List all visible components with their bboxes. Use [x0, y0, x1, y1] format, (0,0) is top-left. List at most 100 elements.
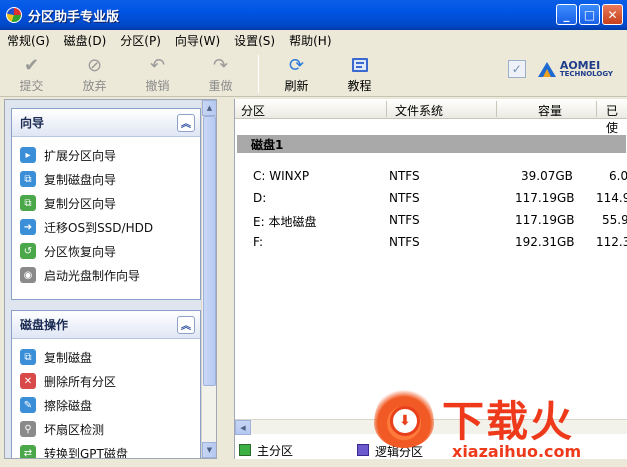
- left-scrollbar[interactable]: ▲ ▼: [201, 100, 216, 458]
- menu-bar: 常规(G) 磁盘(D) 分区(P) 向导(W) 设置(S) 帮助(H): [0, 30, 627, 50]
- wizard-item-label: 扩展分区向导: [44, 148, 117, 163]
- disk-op-delete-all-partitions[interactable]: ✕ 删除所有分区: [20, 369, 200, 393]
- discard-label: 放弃: [82, 79, 107, 93]
- disk-operations-header[interactable]: 磁盘操作 ︽: [12, 311, 200, 339]
- wizard-item-label: 复制磁盘向导: [44, 172, 117, 187]
- scroll-left-button[interactable]: ◀: [235, 420, 251, 435]
- copy-disk-icon: ⧉: [20, 349, 36, 365]
- redo-label: 重做: [208, 79, 233, 93]
- wizard-item-label: 启动光盘制作向导: [44, 268, 141, 283]
- disk-op-bad-sector-check[interactable]: ⚲ 坏扇区检测: [20, 417, 200, 441]
- cell-partition: F:: [253, 235, 264, 249]
- wipe-disk-icon: ✎: [20, 397, 36, 413]
- column-divider[interactable]: [596, 101, 597, 117]
- wizard-item-label: 迁移OS到SSD/HDD: [44, 220, 154, 235]
- refresh-label: 刷新: [284, 79, 309, 93]
- window-title: 分区助手专业版: [28, 9, 120, 25]
- copy-disk-icon: ⧉: [20, 171, 36, 187]
- cell-used: 112.3: [596, 235, 627, 249]
- wizard-panel-title: 向导: [20, 116, 45, 130]
- copy-partition-icon: ⧉: [20, 195, 36, 211]
- migrate-os-icon: ➜: [20, 219, 36, 235]
- bad-sector-icon: ⚲: [20, 421, 36, 437]
- wizard-panel: 向导 ︽ ▸ 扩展分区向导 ⧉ 复制磁盘向导 ⧉ 复制分区向导 ➜ 迁移OS到S…: [11, 108, 201, 300]
- primary-partition-swatch: [239, 444, 251, 456]
- aomei-logo-mark: [537, 62, 556, 77]
- disk-op-label: 删除所有分区: [44, 374, 117, 389]
- disk-op-wipe-disk[interactable]: ✎ 擦除磁盘: [20, 393, 200, 417]
- cell-used: 6.0: [609, 169, 627, 183]
- cell-filesystem: NTFS: [389, 191, 420, 205]
- cell-partition: C: WINXP: [253, 169, 310, 183]
- scroll-down-button[interactable]: ▼: [202, 442, 216, 458]
- table-row[interactable]: C: WINXP NTFS 39.07GB 6.0: [235, 166, 627, 188]
- redo-button[interactable]: ↷ 重做: [189, 51, 252, 94]
- tutorial-icon: [349, 55, 371, 75]
- table-row[interactable]: E: 本地磁盘 NTFS 117.19GB 55.9: [235, 210, 627, 232]
- scroll-up-button[interactable]: ▲: [202, 100, 216, 116]
- wizard-item-copy-disk[interactable]: ⧉ 复制磁盘向导: [20, 167, 200, 191]
- cell-capacity: 117.19GB: [515, 213, 575, 227]
- minimize-button[interactable]: _: [556, 4, 577, 25]
- brand-check-icon: ✓: [507, 60, 526, 78]
- disk-operations-title: 磁盘操作: [20, 318, 69, 332]
- disk-op-convert-gpt[interactable]: ⇄ 转换到GPT磁盘: [20, 441, 200, 459]
- disk-op-copy-disk[interactable]: ⧉ 复制磁盘: [20, 345, 200, 369]
- discard-button[interactable]: ⊘ 放弃: [63, 51, 126, 94]
- scroll-thumb[interactable]: [203, 116, 216, 386]
- column-divider[interactable]: [496, 101, 497, 117]
- wizard-item-migrate-os[interactable]: ➜ 迁移OS到SSD/HDD: [20, 215, 200, 239]
- cell-partition: D:: [253, 191, 267, 205]
- column-divider[interactable]: [386, 101, 387, 117]
- wizard-item-copy-partition[interactable]: ⧉ 复制分区向导: [20, 191, 200, 215]
- cell-filesystem: NTFS: [389, 169, 420, 183]
- cell-capacity: 117.19GB: [515, 191, 575, 205]
- undo-label: 撤销: [145, 79, 170, 93]
- commit-button[interactable]: ✔ 提交: [0, 51, 63, 94]
- partition-recovery-icon: ↺: [20, 243, 36, 259]
- wizard-item-label: 复制分区向导: [44, 196, 117, 211]
- col-used[interactable]: 已使: [606, 102, 627, 136]
- cell-used: 114.9: [596, 191, 627, 205]
- delete-partitions-icon: ✕: [20, 373, 36, 389]
- table-row[interactable]: F: NTFS 192.31GB 112.3: [235, 232, 627, 254]
- toolbar-separator: [258, 55, 259, 93]
- convert-gpt-icon: ⇄: [20, 445, 36, 458]
- legend-primary-label: 主分区: [257, 443, 294, 458]
- menu-general[interactable]: 常规(G): [0, 32, 57, 49]
- cell-used: 55.9: [602, 213, 627, 227]
- column-header: 分区 文件系统 容量 已使: [235, 99, 627, 135]
- menu-partition[interactable]: 分区(P): [113, 32, 168, 49]
- disk-group-row[interactable]: 磁盘1: [237, 135, 626, 153]
- refresh-button[interactable]: ⟳ 刷新: [265, 51, 328, 94]
- wizard-panel-header[interactable]: 向导 ︽: [12, 109, 200, 137]
- maximize-button[interactable]: □: [579, 4, 600, 25]
- table-row[interactable]: D: NTFS 117.19GB 114.9: [235, 188, 627, 210]
- undo-button[interactable]: ↶ 撤销: [126, 51, 189, 94]
- disk-op-label: 转换到GPT磁盘: [44, 446, 128, 459]
- wizard-collapse-button[interactable]: ︽: [177, 113, 195, 132]
- boot-disc-icon: ◉: [20, 267, 36, 283]
- menu-settings[interactable]: 设置(S): [227, 32, 282, 49]
- wizard-item-partition-recovery[interactable]: ↺ 分区恢复向导: [20, 239, 200, 263]
- legend: 主分区: [235, 441, 293, 459]
- wizard-item-extend-partition[interactable]: ▸ 扩展分区向导: [20, 143, 200, 167]
- col-partition[interactable]: 分区: [241, 102, 265, 119]
- menu-help[interactable]: 帮助(H): [282, 32, 338, 49]
- col-capacity[interactable]: 容量: [538, 102, 562, 119]
- undo-icon: ↶: [149, 54, 166, 76]
- wizard-item-boot-disc[interactable]: ◉ 启动光盘制作向导: [20, 263, 200, 287]
- menu-wizard[interactable]: 向导(W): [168, 32, 227, 49]
- left-sidebar: 向导 ︽ ▸ 扩展分区向导 ⧉ 复制磁盘向导 ⧉ 复制分区向导 ➜ 迁移OS到S…: [4, 99, 217, 459]
- menu-disk[interactable]: 磁盘(D): [57, 32, 114, 49]
- disk-ops-collapse-button[interactable]: ︽: [177, 315, 195, 334]
- tutorial-button[interactable]: 教程: [328, 51, 391, 94]
- brand: ✓ AOMEI TECHNOLOGY: [507, 60, 613, 78]
- col-filesystem[interactable]: 文件系统: [395, 102, 443, 119]
- watermark-url: xiazaihuo.com: [452, 442, 582, 461]
- title-bar[interactable]: 分区助手专业版 _ □ ✕: [0, 0, 627, 30]
- refresh-icon: ⟳: [288, 54, 305, 76]
- close-button[interactable]: ✕: [602, 4, 623, 25]
- cell-filesystem: NTFS: [389, 235, 420, 249]
- cell-capacity: 192.31GB: [515, 235, 575, 249]
